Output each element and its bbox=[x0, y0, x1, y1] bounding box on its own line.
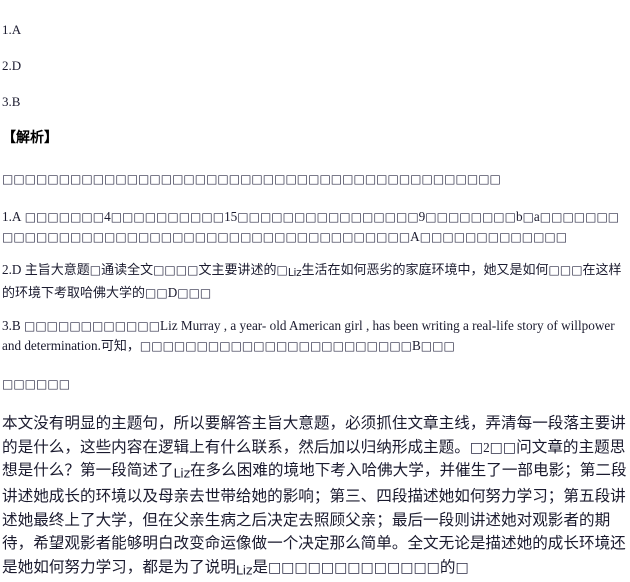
explanation-2-gap bbox=[2, 303, 628, 316]
text-run-cjk: 的 bbox=[439, 557, 456, 576]
explanation-2-prefix: 2.D bbox=[2, 262, 22, 277]
answer-gap-3 bbox=[2, 108, 628, 131]
intro-gap bbox=[2, 189, 628, 207]
answer-item-2: 2.D bbox=[2, 58, 22, 73]
text-run-tofu: □□□ bbox=[177, 286, 212, 300]
analysis-heading: 【解析】 bbox=[2, 131, 58, 146]
text-run-tofu: □□□□□□□□□□□□□□□□ bbox=[237, 210, 419, 224]
text-run-tofu: □ bbox=[276, 263, 288, 277]
text-run-tofu: □□□□□□□□ bbox=[425, 210, 516, 224]
top-spacer bbox=[2, 0, 628, 23]
explanation-3: 3.B □□□□□□□□□□□□Liz Murray , a year- old… bbox=[2, 316, 628, 356]
text-run-cjk: 生活在如何恶劣的家庭环境中，她又是如何 bbox=[301, 263, 549, 278]
heading-gap bbox=[2, 146, 628, 169]
explanation-1-body: □□□□□□□4□□□□□□□□□□15□□□□□□□□□□□□□□□□9□□□… bbox=[2, 209, 619, 244]
text-run-tofu: □□ bbox=[489, 439, 517, 456]
text-run-tofu: □□□□□□□□□□□□ bbox=[23, 319, 161, 333]
explanation-1-prefix: 1.A bbox=[2, 209, 22, 224]
text-run-latin: D bbox=[167, 285, 178, 300]
text-run-tofu: □□□□□□□ bbox=[24, 210, 105, 224]
text-run-tofu: □ bbox=[522, 210, 534, 224]
text-run-latin: A bbox=[410, 229, 420, 244]
text-run-latin: 2 bbox=[483, 439, 490, 455]
answer-item-1: 1.A bbox=[2, 22, 22, 37]
text-run-tofu: □□□ bbox=[420, 339, 455, 353]
explanation-3-gap bbox=[2, 356, 628, 374]
text-run-fallback: Liz bbox=[287, 267, 302, 279]
answer-gap-1 bbox=[2, 36, 628, 59]
text-run-cjk: 主旨大意题 bbox=[24, 263, 90, 278]
explanation-1-gap bbox=[2, 247, 628, 260]
text-run-tofu: □□□□□□□□□□□□□□□□□□□□□□□□ bbox=[139, 339, 412, 353]
text-run-tofu: □ bbox=[89, 263, 102, 277]
explanation-2: 2.D 主旨大意题□通读全文□□□□文主要讲述的□Liz生活在如何恶劣的家庭环境… bbox=[2, 260, 628, 303]
text-run-latin: 15 bbox=[224, 209, 238, 224]
document-page: 1.A 2.D 3.B 【解析】 □□□□□□□□□□□□□□□□□□□□□□□… bbox=[0, 0, 630, 582]
text-run-fallback: Liz bbox=[235, 562, 253, 577]
text-run-cjk: 是 bbox=[252, 557, 268, 576]
answer-gap-2 bbox=[2, 72, 628, 95]
text-run-cjk: 可知， bbox=[100, 339, 140, 354]
text-run-cjk: 通读全文 bbox=[101, 263, 154, 278]
explanation-2-body: 主旨大意题□通读全文□□□□文主要讲述的□Liz生活在如何恶劣的家庭环境中，她又… bbox=[2, 262, 622, 301]
text-run-tofu: □□□□□□□□□□□□□ bbox=[419, 230, 568, 244]
text-run-tofu: □□□□ bbox=[153, 263, 199, 277]
explanation-3-body: □□□□□□□□□□□□Liz Murray , a year- old Ame… bbox=[2, 318, 615, 354]
text-run-tofu: □□□□□□□□□□ bbox=[110, 210, 225, 224]
text-run-cjk: 文主要讲述的 bbox=[198, 263, 277, 278]
text-run-fallback: Liz bbox=[173, 465, 191, 481]
summary-gap bbox=[2, 394, 628, 412]
text-run-latin: b bbox=[515, 209, 523, 224]
summary-body: 本文没有明显的主题句，所以要解答主旨大意题，必须抓住文章主线，弄清每一段落主要讲… bbox=[2, 414, 627, 577]
intro-tofu-text: □□□□□□□□□□□□□□□□□□□□□□□□□□□□□□□□□□□□□□□□… bbox=[2, 172, 501, 186]
text-run-latin: B bbox=[412, 338, 421, 353]
text-run-tofu: □□□ bbox=[548, 263, 583, 277]
intro-tofu-line: □□□□□□□□□□□□□□□□□□□□□□□□□□□□□□□□□□□□□□□□… bbox=[2, 169, 628, 189]
explanation-1: 1.A □□□□□□□4□□□□□□□□□□15□□□□□□□□□□□□□□□□… bbox=[2, 207, 628, 247]
summary-marker-line: □□□□□□ bbox=[2, 374, 628, 394]
summary-marker-text: □□□□□□ bbox=[2, 377, 71, 391]
summary-paragraph: 本文没有明显的主题句，所以要解答主旨大意题，必须抓住文章主线，弄清每一段落主要讲… bbox=[2, 412, 628, 582]
explanation-3-prefix: 3.B bbox=[2, 318, 21, 333]
text-run-latin: 4 bbox=[104, 209, 111, 224]
text-run-tofu: □□ bbox=[145, 286, 168, 300]
answer-item-3: 3.B bbox=[2, 94, 21, 109]
text-run-tofu: □ bbox=[469, 439, 484, 456]
